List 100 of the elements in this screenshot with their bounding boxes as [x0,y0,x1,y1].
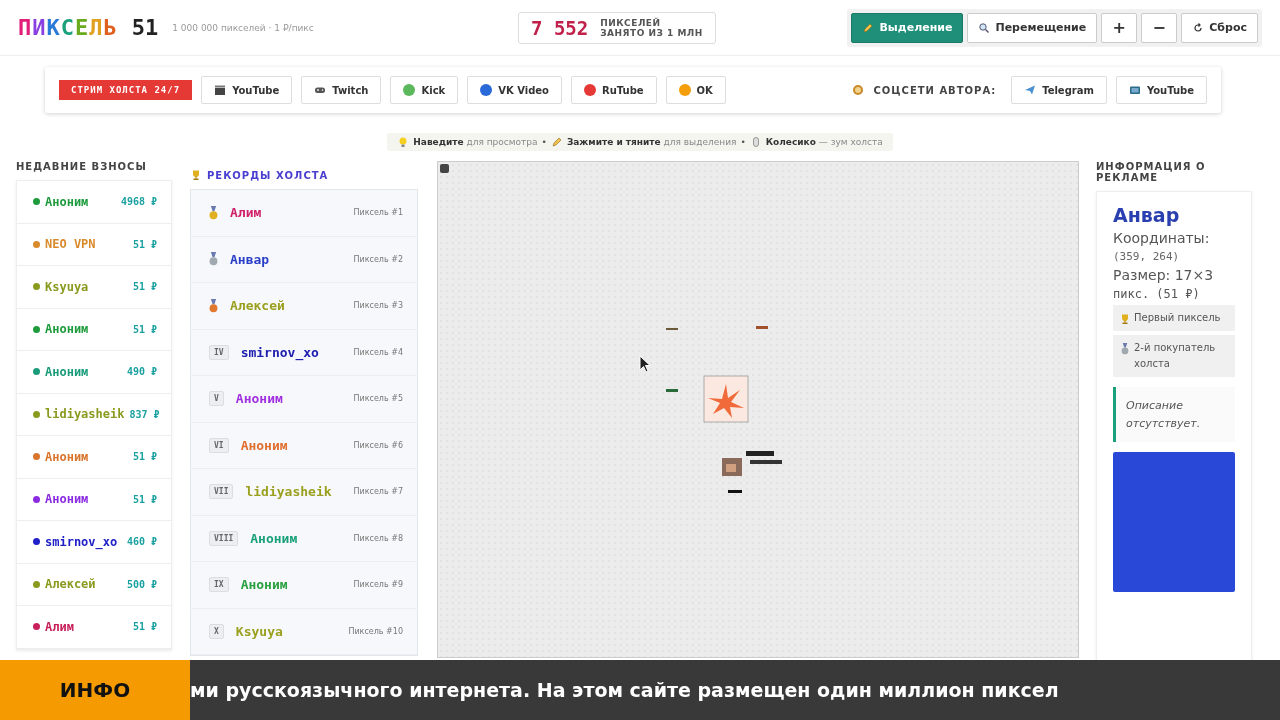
donation-amount: 51 ₽ [132,493,157,505]
donation-amount: 490 ₽ [126,366,157,378]
rank-badge: V [209,391,224,407]
rank-badge: IX [209,577,229,593]
donation-amount: 4968 ₽ [120,196,157,208]
record-row[interactable]: IV smirnov_xo Пиксель #4 [191,329,417,376]
record-row[interactable]: Анвар Пиксель #2 [191,236,417,283]
record-row[interactable]: VIII Аноним Пиксель #8 [191,515,417,562]
social-link[interactable]: YouTube [201,76,293,104]
section-heading: РЕКОРДЫ ХОЛСТА [207,169,329,181]
search-icon [978,21,991,34]
tool-button[interactable]: + [1101,12,1138,43]
donation-amount: 500 ₽ [126,578,157,590]
record-row[interactable]: VI Аноним Пиксель #6 [191,422,417,469]
record-name: Аноним [240,577,288,593]
corner-handle[interactable] [440,164,449,173]
price-number: 51 [131,15,159,40]
donation-row[interactable]: Алим 51 ₽ [17,606,171,649]
social-link[interactable]: Kick [390,76,459,104]
record-row[interactable]: Алексей Пиксель #3 [191,283,417,330]
pixel-number: Пиксель #7 [353,487,403,497]
rank-badge: VI [209,437,229,453]
rank-badge: VII [209,484,234,500]
cursor-icon [639,355,651,373]
tool-button[interactable]: Выделение [851,12,964,43]
rank-badge: VIII [209,530,239,546]
donor-name: smirnov_xo [45,534,118,549]
social-link[interactable]: YouTube [1115,76,1207,104]
trophy-icon [190,169,202,181]
donation-amount: 51 ₽ [132,281,157,293]
donation-row[interactable]: Аноним 490 ₽ [17,351,171,394]
donation-row[interactable]: Аноним 51 ₽ [17,308,171,351]
record-name: Аноним [250,530,298,546]
medal-icon [209,252,218,267]
pixel-number: Пиксель #8 [353,533,403,543]
social-link[interactable]: Telegram [1011,76,1107,104]
pixel-number: Пиксель #6 [353,440,403,450]
coordinates-value: (359, 264) [1113,250,1181,263]
social-link[interactable]: Twitch [301,76,382,104]
reset-icon [1192,21,1205,34]
section-heading: ИНФОРМАЦИЯ О РЕКЛАМЕ [1096,161,1207,183]
pixel-number: Пиксель #1 [353,208,403,218]
tv-icon [1128,84,1141,96]
record-name: Аноним [235,391,283,407]
separator-dot: • [740,137,746,147]
record-row[interactable]: X Ksyuya Пиксель #10 [191,608,417,655]
hint-text: Колесико — зум холста [765,137,883,147]
pixel-number: Пиксель #3 [353,301,403,311]
pixel-number: Пиксель #2 [353,254,403,264]
counter-label: ЗАНЯТО ИЗ 1 МЛН [600,27,703,38]
donor-name: Аноним [45,449,89,464]
record-row[interactable]: VII lidiyasheik Пиксель #7 [191,469,417,516]
record-row[interactable]: V Аноним Пиксель #5 [191,376,417,423]
description-note: Описание отсутствует. [1113,387,1235,443]
record-name: Анвар [230,251,270,267]
record-name: Аноним [240,437,288,453]
trophy-icon [1119,313,1131,325]
donor-name: Аноним [45,492,89,507]
social-link[interactable]: OK [665,76,726,104]
donation-row[interactable]: Алексей 500 ₽ [17,563,171,606]
medal-icon [852,84,865,96]
social-link[interactable]: RuTube [571,76,657,104]
donation-row[interactable]: NEO VPN 51 ₽ [17,223,171,266]
donor-name: Аноним [45,322,89,337]
tool-button[interactable]: Сброс [1181,12,1258,43]
site-subtitle: 1 000 000 пикселей · 1 ₽/пикс [172,22,314,33]
donation-amount: 837 ₽ [129,408,160,420]
donor-name: Ksyuya [45,279,89,294]
rank-badge: X [209,623,224,639]
pixel-number: Пиксель #4 [353,347,403,357]
counter-value: 7 552 [531,16,589,39]
ad-banner[interactable] [1113,452,1235,593]
donation-row[interactable]: Аноним 4968 ₽ [17,181,171,224]
stream-banner[interactable]: СТРИМ ХОЛСТА 24/7 [59,80,193,100]
coordinates-label: Координаты: [1113,230,1211,246]
donation-row[interactable]: Ksyuya 51 ₽ [17,266,171,309]
donation-amount: 51 ₽ [132,238,157,250]
tool-button[interactable]: − [1141,12,1178,43]
pixel-number: Пиксель #10 [348,626,403,636]
record-row[interactable]: Алим Пиксель #1 [191,190,417,237]
record-row[interactable]: IX Аноним Пиксель #9 [191,562,417,609]
donation-row[interactable]: smirnov_xo 460 ₽ [17,521,171,564]
record-name: lidiyasheik [245,484,332,500]
donation-row[interactable]: lidiyasheik 837 ₽ [17,393,171,436]
donation-row[interactable]: Аноним 51 ₽ [17,436,171,479]
clapperboard-icon [214,84,227,96]
site-logo[interactable]: ПИКСЕЛЬ [18,15,118,40]
social-link[interactable]: VK Video [467,76,562,104]
donor-name: NEO VPN [45,237,96,252]
tool-button[interactable]: Перемещение [967,12,1098,43]
record-name: Ksyuya [235,623,283,639]
donation-amount: 51 ₽ [132,451,157,463]
size-label: Размер: 17×3 [1113,267,1215,283]
badge-text: 2-й покупатель холста [1134,341,1217,371]
record-name: Алим [230,205,262,221]
medal-icon [1119,343,1131,355]
donation-amount: 51 ₽ [132,323,157,335]
paper-plane-icon [1024,84,1037,96]
donor-name: Аноним [45,364,89,379]
donation-row[interactable]: Аноним 51 ₽ [17,478,171,521]
